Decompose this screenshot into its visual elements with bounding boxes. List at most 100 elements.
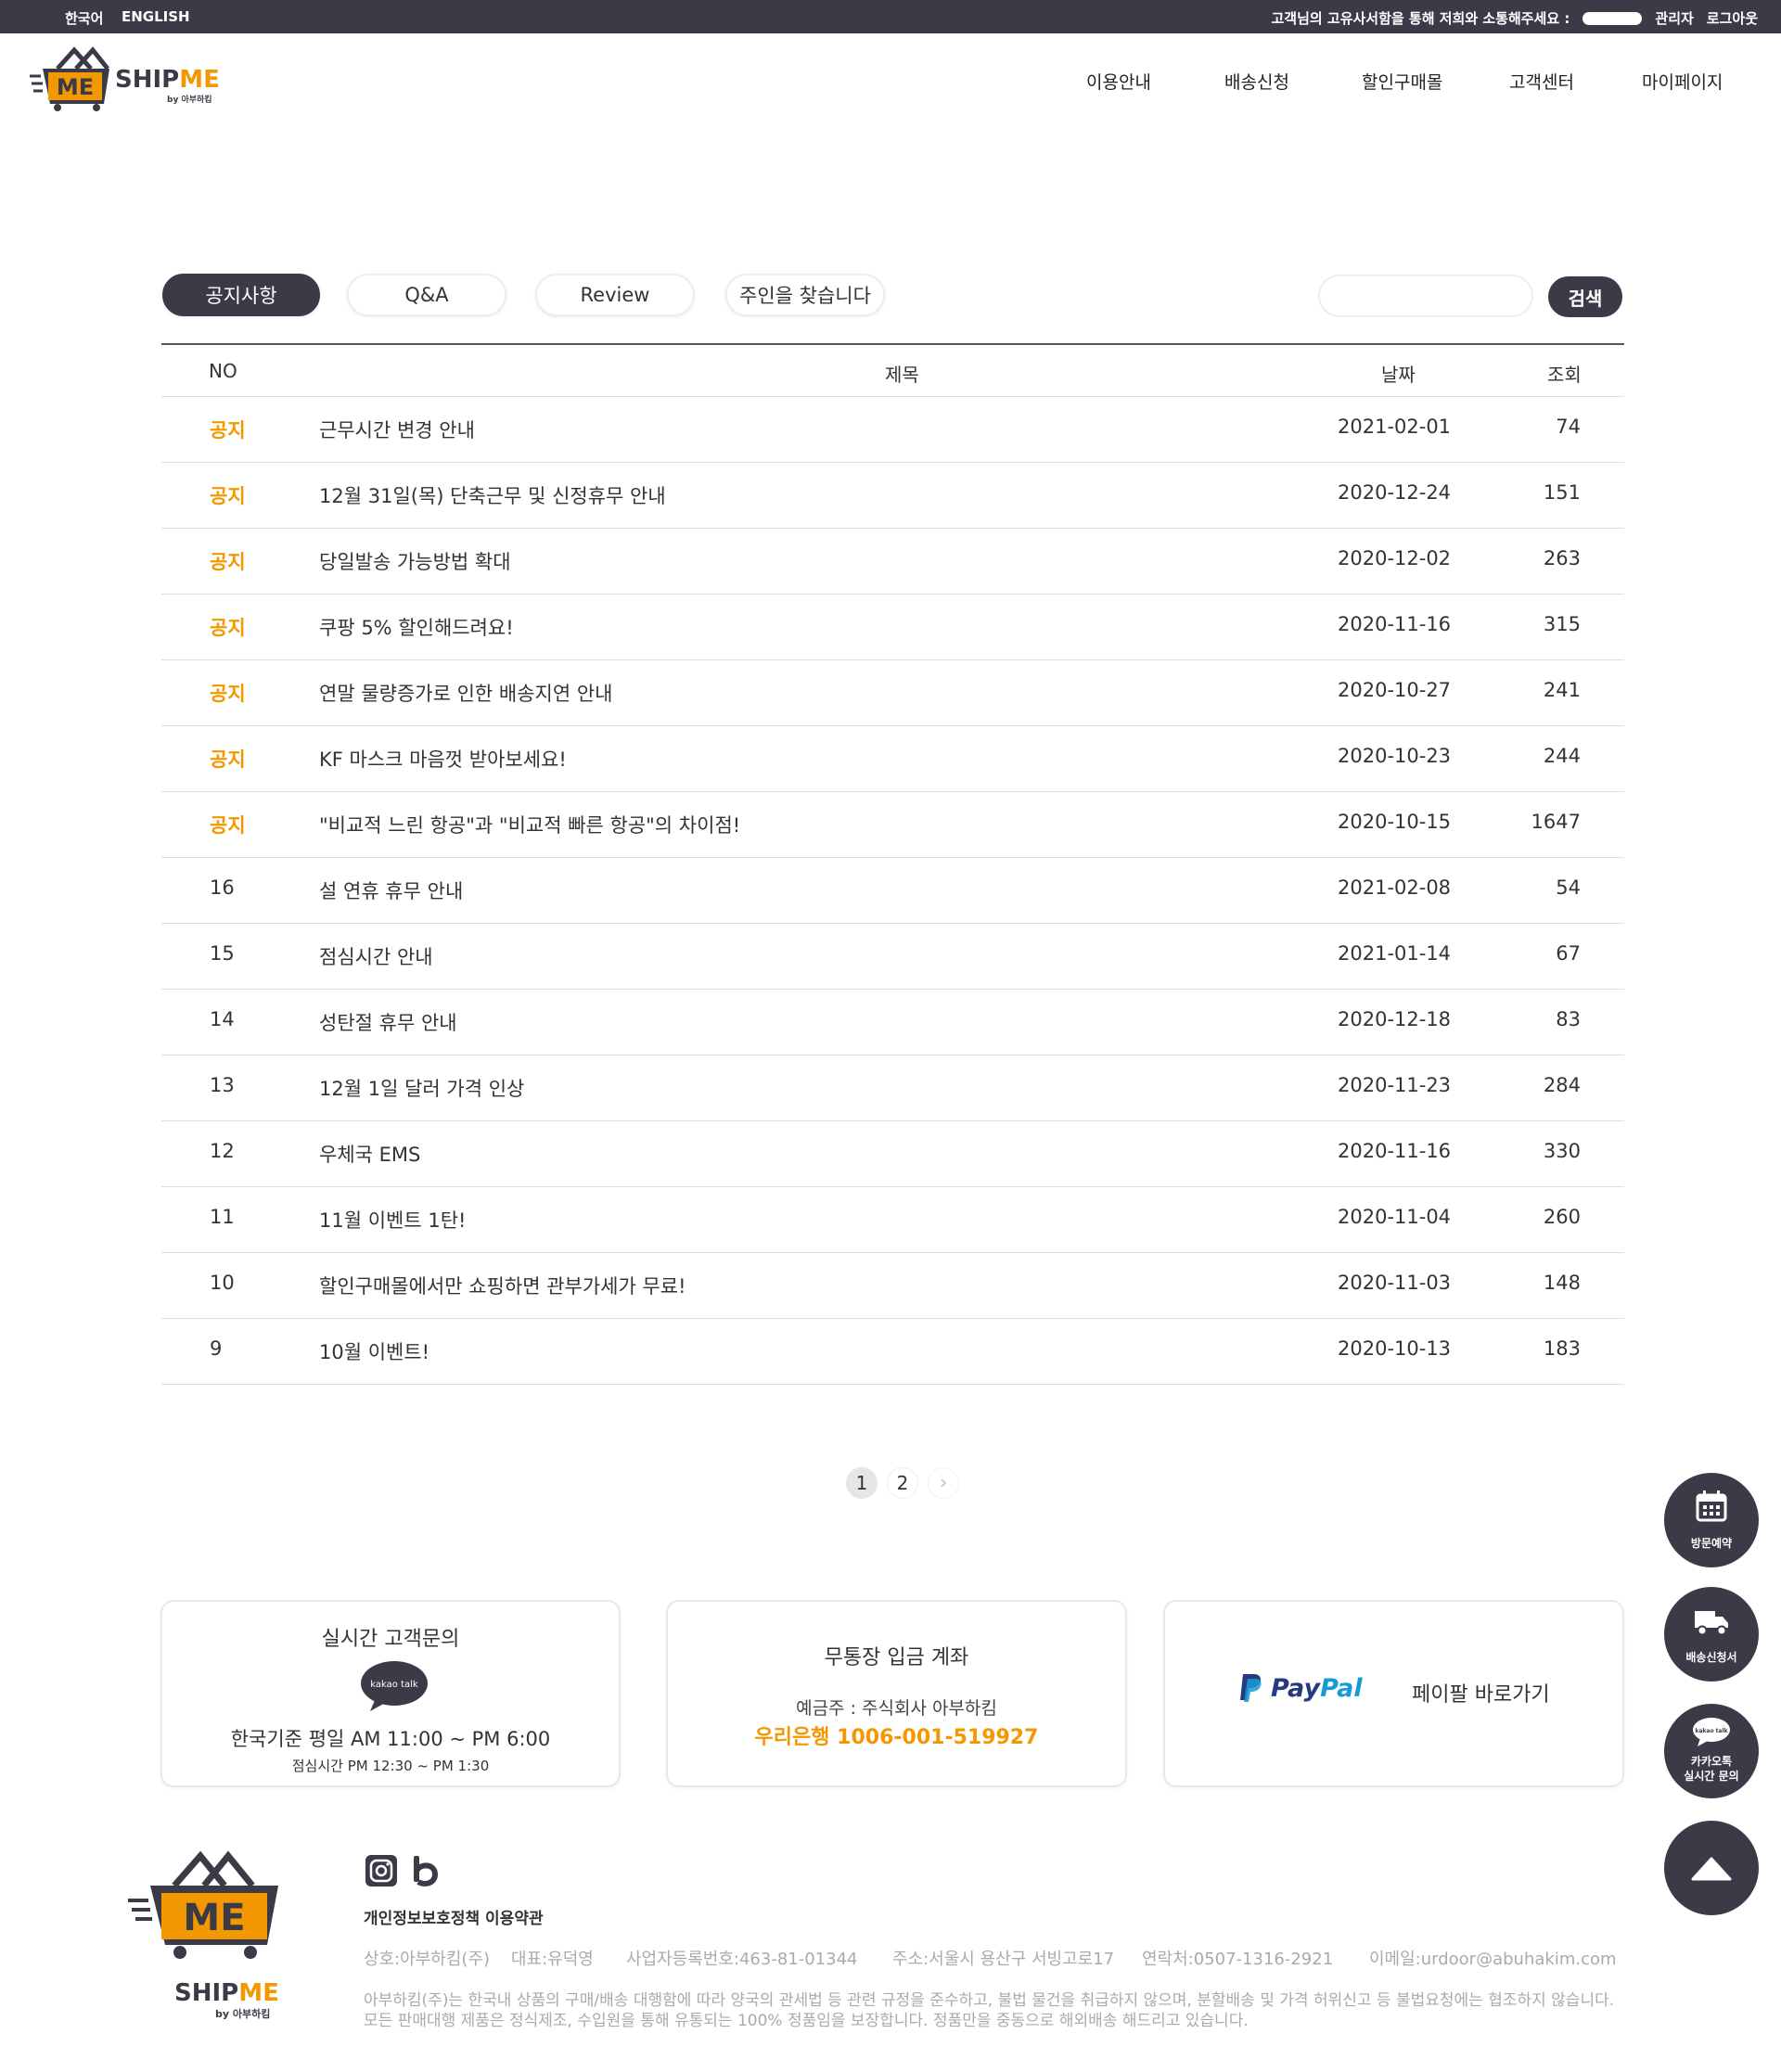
mailbox-notice: 고객님의 고유사서함을 통해 저희와 소통해주세요 :: [1271, 10, 1570, 27]
row-date: 2021-02-08: [1338, 876, 1452, 899]
basket-logo-icon: ME SHIPME by 아부하킴: [128, 1850, 279, 2020]
row-title-link[interactable]: 당일발송 가능방법 확대: [319, 547, 511, 575]
page-1-button[interactable]: 1: [846, 1467, 878, 1499]
row-views: 183: [1543, 1337, 1581, 1360]
table-row[interactable]: 16 설 연휴 휴무 안내 2021-02-08 54: [161, 858, 1624, 924]
nav-discount-mall[interactable]: 할인구매몰: [1362, 69, 1442, 94]
tab-lost-found[interactable]: 주인을 찾습니다: [725, 274, 885, 316]
nav-customer-center[interactable]: 고객센터: [1509, 69, 1574, 94]
table-row[interactable]: 공지 쿠팡 5% 할인해드려요! 2020-11-16 315: [161, 595, 1624, 660]
row-title-link[interactable]: 10월 이벤트!: [319, 1337, 429, 1365]
footer-disclaimer-2: 모든 판매대행 제품은 정식제조, 수입원을 통해 유통되는 100% 정품임을…: [364, 2012, 1249, 2030]
column-header-views: 조회: [1547, 364, 1582, 386]
row-title-link[interactable]: 설 연휴 휴무 안내: [319, 876, 463, 904]
lunch-hours: 점심시간 PM 12:30 ~ PM 1:30: [291, 1758, 490, 1774]
row-title-link[interactable]: 성탄절 휴무 안내: [319, 1008, 457, 1036]
instagram-icon[interactable]: [365, 1854, 398, 1887]
row-date: 2021-02-01: [1338, 416, 1452, 438]
table-row[interactable]: 공지 KF 마스크 마음껏 받아보세요! 2020-10-23 244: [161, 726, 1624, 792]
row-title-link[interactable]: 12월 31일(목) 단축근무 및 신정휴무 안내: [319, 481, 666, 509]
footer-address: 주소:서울시 용산구 서빙고로17: [892, 1950, 1115, 1969]
search-button[interactable]: 검색: [1548, 276, 1622, 317]
admin-link[interactable]: 관리자: [1655, 8, 1693, 28]
row-date: 2020-10-27: [1338, 679, 1452, 701]
next-page-button[interactable]: [928, 1467, 959, 1499]
row-title-link[interactable]: 12월 1일 달러 가격 인상: [319, 1074, 524, 1102]
table-row[interactable]: 11 11월 이벤트 1탄! 2020-11-04 260: [161, 1187, 1624, 1253]
row-date: 2020-10-23: [1338, 745, 1452, 767]
row-number: 공지: [210, 419, 246, 441]
row-date: 2021-01-14: [1338, 942, 1452, 965]
scroll-to-top-button[interactable]: [1664, 1821, 1759, 1915]
row-title-link[interactable]: 쿠팡 5% 할인해드려요!: [319, 613, 514, 641]
logout-link[interactable]: 로그아웃: [1707, 8, 1758, 28]
footer-ceo: 대표:유덕영: [511, 1950, 594, 1969]
svg-text:SHIPME: SHIPME: [115, 66, 220, 94]
site-logo[interactable]: ME SHIPME by 아부하킴: [30, 46, 234, 113]
row-date: 2020-12-18: [1338, 1008, 1452, 1030]
row-title-link[interactable]: 11월 이벤트 1탄!: [319, 1206, 466, 1234]
svg-text:by 아부하킴: by 아부하킴: [215, 2007, 270, 2020]
row-views: 83: [1556, 1008, 1581, 1030]
page-2-button[interactable]: 2: [887, 1467, 918, 1499]
svg-text:ME: ME: [57, 74, 94, 100]
nav-guide[interactable]: 이용안내: [1086, 69, 1151, 94]
row-views: 54: [1556, 876, 1581, 899]
lang-english-link[interactable]: ENGLISH: [122, 8, 190, 25]
row-views: 263: [1543, 547, 1581, 569]
row-title-link[interactable]: KF 마스크 마음껏 받아보세요!: [319, 745, 567, 773]
row-title-link[interactable]: "비교적 느린 항공"과 "비교적 빠른 항공"의 차이점!: [319, 811, 740, 838]
nav-mypage[interactable]: 마이페이지: [1642, 69, 1723, 94]
row-views: 241: [1543, 679, 1581, 701]
row-date: 2020-11-03: [1338, 1272, 1452, 1294]
row-number: 12: [210, 1140, 235, 1162]
table-row[interactable]: 공지 연말 물량증가로 인한 배송지연 안내 2020-10-27 241: [161, 660, 1624, 726]
table-row[interactable]: 9 10월 이벤트! 2020-10-13 183: [161, 1319, 1624, 1385]
policy-links[interactable]: 개인정보보호정책 이용약관: [364, 1905, 544, 1928]
account-number: 우리은행 1006-001-519927: [754, 1726, 1039, 1749]
paypal-box[interactable]: Pay Pal 페이팔 바로가기: [1163, 1600, 1624, 1787]
row-number: 9: [210, 1337, 223, 1360]
kakao-talk-icon[interactable]: kakao talk: [361, 1661, 428, 1713]
row-title-link[interactable]: 근무시간 변경 안내: [319, 416, 475, 443]
table-row[interactable]: 공지 근무시간 변경 안내 2021-02-01 74: [161, 397, 1624, 463]
row-views: 315: [1543, 613, 1581, 635]
visit-reservation-button[interactable]: 방문예약: [1664, 1473, 1759, 1567]
table-row[interactable]: 공지 "비교적 느린 항공"과 "비교적 빠른 항공"의 차이점! 2020-10-…: [161, 792, 1624, 858]
column-header-title: 제목: [885, 364, 919, 386]
blog-icon[interactable]: [411, 1854, 439, 1887]
table-row[interactable]: 15 점심시간 안내 2021-01-14 67: [161, 924, 1624, 990]
tab-qna[interactable]: Q&A: [347, 274, 506, 316]
nav-shipping-request[interactable]: 배송신청: [1224, 69, 1289, 94]
shipping-form-button[interactable]: 배송신청서: [1664, 1587, 1759, 1682]
lang-korean-link[interactable]: 한국어: [65, 8, 103, 28]
row-date: 2020-11-04: [1338, 1206, 1452, 1228]
row-date: 2020-10-15: [1338, 811, 1452, 833]
row-number: 16: [210, 876, 235, 899]
footer-phone: 연락처:0507-1316-2921: [1142, 1950, 1334, 1969]
table-row[interactable]: 공지 당일발송 가능방법 확대 2020-12-02 263: [161, 529, 1624, 595]
tab-notice[interactable]: 공지사항: [162, 274, 320, 316]
row-title-link[interactable]: 우체국 EMS: [319, 1140, 420, 1168]
footer-email: 이메일:urdoor@abuhakim.com: [1369, 1950, 1617, 1969]
row-title-link[interactable]: 연말 물량증가로 인한 배송지연 안내: [319, 679, 613, 707]
row-title-link[interactable]: 할인구매몰에서만 쇼핑하면 관부가세가 무료!: [319, 1272, 686, 1299]
row-date: 2020-12-24: [1338, 481, 1452, 504]
paypal-logo: Pay Pal: [1237, 1672, 1363, 1704]
table-row[interactable]: 14 성탄절 휴무 안내 2020-12-18 83: [161, 990, 1624, 1055]
table-row[interactable]: 13 12월 1일 달러 가격 인상 2020-11-23 284: [161, 1055, 1624, 1121]
svg-text:kakao talk: kakao talk: [1695, 1728, 1728, 1734]
tab-review[interactable]: Review: [535, 274, 695, 316]
search-input[interactable]: [1318, 275, 1533, 317]
svg-text:by 아부하킴: by 아부하킴: [167, 94, 212, 105]
paypal-link-label[interactable]: 페이팔 바로가기: [1412, 1678, 1550, 1707]
table-row[interactable]: 공지 12월 31일(목) 단축근무 및 신정휴무 안내 2020-12-24 151: [161, 463, 1624, 529]
table-row[interactable]: 12 우체국 EMS 2020-11-16 330: [161, 1121, 1624, 1187]
row-number: 공지: [210, 617, 246, 639]
table-row[interactable]: 10 할인구매몰에서만 쇼핑하면 관부가세가 무료! 2020-11-03 148: [161, 1253, 1624, 1319]
row-views: 74: [1556, 416, 1581, 438]
row-title-link[interactable]: 점심시간 안내: [319, 942, 433, 970]
row-number: 10: [210, 1272, 235, 1294]
row-number: 11: [210, 1206, 235, 1228]
kakao-live-chat-button[interactable]: kakao talk 카카오톡 실시간 문의: [1664, 1704, 1759, 1798]
